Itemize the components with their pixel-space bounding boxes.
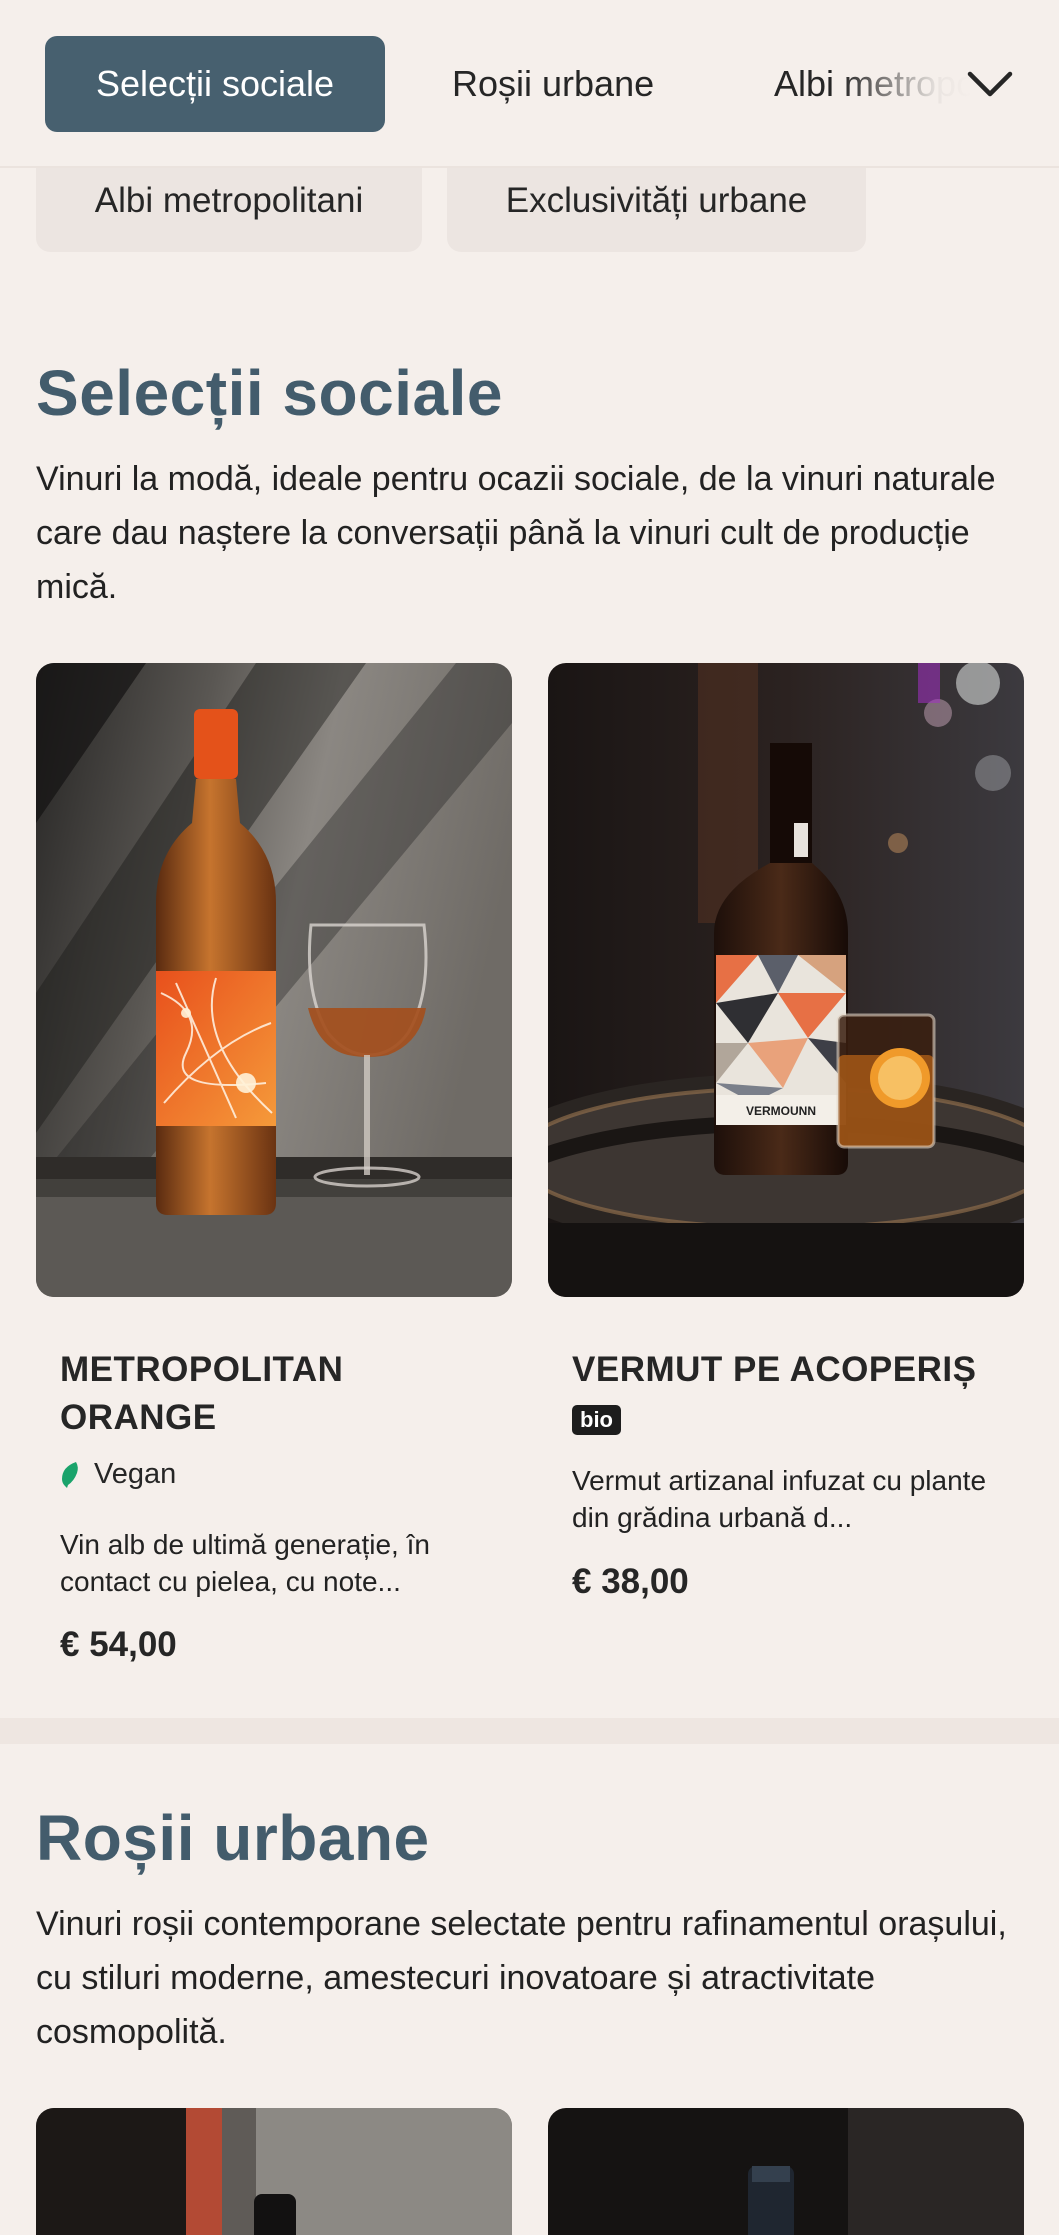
bio-badge: bio <box>572 1405 621 1435</box>
vegan-tag-label: Vegan <box>94 1458 177 1490</box>
section-title-rosii-urbane: Roșii urbane <box>36 1802 430 1874</box>
tab-rosii-urbane[interactable]: Roșii urbane <box>452 36 666 132</box>
category-tab-bar: Selecții sociale Roșii urbane Albi metro… <box>0 0 1059 168</box>
product-image-vermut-pe-acoperis[interactable]: VERMOUNN <box>548 663 1024 1297</box>
leaf-icon <box>62 1461 78 1488</box>
expand-tabs-button[interactable] <box>950 44 1030 124</box>
product-image-rosii-1[interactable] <box>36 2108 512 2235</box>
vegan-tag: Vegan <box>60 1458 176 1491</box>
product-name-vermut-pe-acoperis[interactable]: VERMUT PE ACOPERIȘ <box>572 1346 1012 1394</box>
product-name-metropolitan-orange[interactable]: METROPOLITAN ORANGE <box>60 1346 480 1442</box>
section-divider <box>0 1718 1059 1744</box>
product-image-rosii-2[interactable] <box>548 2108 1024 2235</box>
section-description-rosii-urbane: Vinuri roșii contemporane selectate pent… <box>36 1905 1007 2051</box>
product-price-vermut-pe-acoperis: € 38,00 <box>572 1562 689 1601</box>
bottle-label-text: VERMOUNN <box>746 1104 816 1118</box>
product-description-vermut-pe-acoperis: Vermut artizanal infuzat cu plante din g… <box>572 1465 987 1533</box>
product-image-metropolitan-orange[interactable] <box>36 663 512 1297</box>
product-description-metropolitan-orange: Vin alb de ultimă generație, în contact … <box>60 1529 430 1597</box>
section-title-selectii-sociale: Selecții sociale <box>36 357 503 429</box>
tab-selectii-sociale[interactable]: Selecții sociale <box>45 36 385 132</box>
chevron-down-icon <box>967 71 1013 97</box>
product-price-metropolitan-orange: € 54,00 <box>60 1625 177 1664</box>
section-description-selectii-sociale: Vinuri la modă, ideale pentru ocazii soc… <box>36 460 996 606</box>
